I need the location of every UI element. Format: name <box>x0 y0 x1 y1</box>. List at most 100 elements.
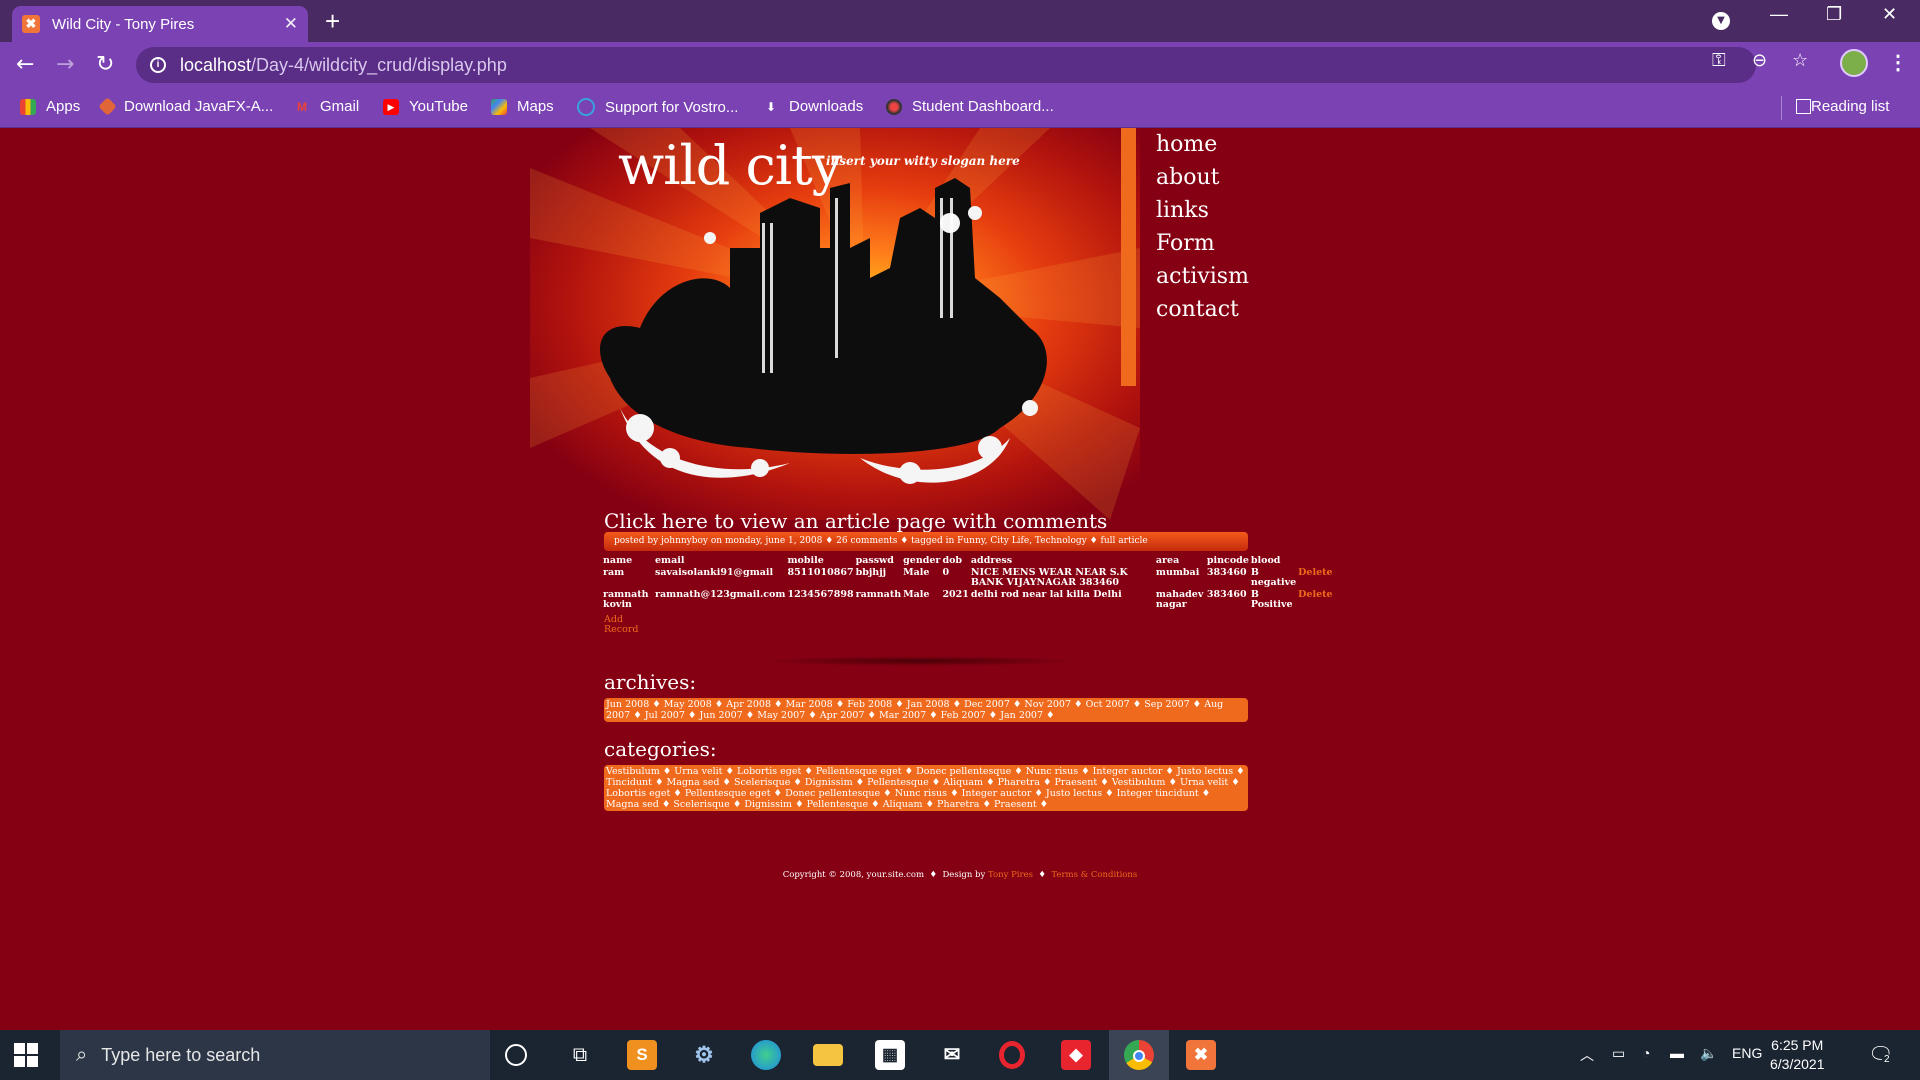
notification-count: 2 <box>1882 1054 1892 1065</box>
search-icon: ⌕ <box>76 1043 88 1066</box>
restore-icon[interactable]: ❐ <box>1826 4 1842 25</box>
browser-tab-active[interactable]: ✖ Wild City - Tony Pires ✕ <box>12 6 308 42</box>
start-windows-icon[interactable] <box>14 1043 38 1067</box>
footer-separator: ♦ <box>929 870 938 880</box>
meet-now-icon[interactable]: ▭ <box>1612 1045 1625 1062</box>
terms-link[interactable]: Terms & Conditions <box>1051 870 1137 880</box>
menu-kebab-icon[interactable]: ⋮ <box>1888 50 1908 74</box>
nav-home[interactable]: home <box>1156 130 1249 163</box>
apps-grid-icon <box>20 98 36 115</box>
tab-close-icon[interactable]: ✕ <box>284 14 298 34</box>
bookmark-dell-support[interactable]: Support for Vostro... <box>577 98 738 116</box>
cell-name: ramnath kovin <box>603 589 649 610</box>
bookmarks-bar: Apps Download JavaFX-A... M Gmail ▶ YouT… <box>0 88 1920 128</box>
forward-icon[interactable]: → <box>56 51 74 79</box>
profile-avatar[interactable] <box>1840 49 1868 77</box>
bookmark-javafx[interactable]: Download JavaFX-A... <box>98 97 273 116</box>
browser-toolbar: ← → ↻ i localhost/Day-4/wildcity_crud/di… <box>0 42 1920 88</box>
volume-icon[interactable]: 🔈 <box>1700 1045 1717 1062</box>
nav-contact[interactable]: contact <box>1156 295 1249 328</box>
web-page: wild city insert your witty slogan here … <box>0 128 1920 1030</box>
clock-date: 6/3/2021 <box>1770 1056 1825 1072</box>
col-header: pincode <box>1206 555 1249 566</box>
taskbar-search-box[interactable]: ⌕ Type here to search <box>60 1030 490 1080</box>
bookmark-gmail[interactable]: M Gmail <box>294 98 359 115</box>
bookmark-youtube[interactable]: ▶ YouTube <box>383 98 468 115</box>
nav-form[interactable]: Form <box>1156 229 1249 262</box>
col-header: blood <box>1250 555 1281 566</box>
archives-title: archives: <box>604 670 697 694</box>
tab-search-icon[interactable]: ▼ <box>1712 12 1730 30</box>
battery-icon[interactable]: ▬ <box>1670 1045 1684 1061</box>
settings-gear-icon[interactable]: ⚙ <box>689 1040 719 1070</box>
reading-list-button[interactable]: Reading list <box>1796 98 1889 115</box>
cell-pincode: 383460 <box>1206 567 1247 578</box>
delete-link[interactable]: Delete <box>1297 567 1333 589</box>
cell-dob: 2021 <box>942 589 969 600</box>
wifi-icon[interactable]: ◔ <box>1642 1045 1650 1061</box>
microsoft-store-icon[interactable]: ▦ <box>875 1040 905 1070</box>
col-header: area <box>1155 555 1180 566</box>
back-icon[interactable]: ← <box>16 51 34 79</box>
address-bar[interactable]: i localhost/Day-4/wildcity_crud/display.… <box>136 47 1756 83</box>
notification-center-icon[interactable]: 🗨 2 <box>1868 1042 1893 1067</box>
tray-overflow-icon[interactable]: ︿ <box>1580 1045 1594 1065</box>
bookmark-label: Gmail <box>320 98 360 115</box>
language-indicator[interactable]: ENG <box>1732 1045 1762 1061</box>
mail-icon[interactable]: ✉ <box>937 1040 967 1070</box>
clock-time: 6:25 PM <box>1771 1037 1824 1053</box>
minimize-icon[interactable]: — <box>1770 4 1788 25</box>
col-header: gender <box>903 555 941 566</box>
bookmarks-divider <box>1781 96 1782 120</box>
add-record-link[interactable]: Add Record <box>604 615 644 635</box>
file-explorer-icon[interactable] <box>813 1044 843 1066</box>
opera-icon[interactable] <box>999 1041 1025 1069</box>
close-window-icon[interactable]: ✕ <box>1882 4 1897 25</box>
download-icon: ⬇ <box>765 99 777 114</box>
sublime-text-icon[interactable]: S <box>627 1040 657 1070</box>
anydesk-icon[interactable]: ◆ <box>1061 1040 1091 1070</box>
cell-pincode: 383460 <box>1206 589 1247 600</box>
bookmark-label: Support for Vostro... <box>605 98 739 116</box>
maps-icon <box>491 98 507 115</box>
task-view-icon[interactable]: ⧉ <box>565 1040 595 1070</box>
bookmark-star-icon[interactable]: ☆ <box>1792 50 1808 71</box>
xampp-icon[interactable]: ✖ <box>1186 1040 1216 1070</box>
nav-about[interactable]: about <box>1156 163 1249 196</box>
design-by-text: Design by <box>942 870 986 880</box>
password-key-icon[interactable]: ⚿ <box>1712 50 1726 71</box>
article-title-link[interactable]: Click here to view an article page with … <box>604 509 1107 533</box>
archives-links[interactable]: Jun 2008 ♦ May 2008 ♦ Apr 2008 ♦ Mar 200… <box>604 698 1248 722</box>
city-skyline-silhouette <box>600 178 1047 454</box>
zoom-icon[interactable]: ⊖ <box>1752 50 1767 71</box>
tab-title: Wild City - Tony Pires <box>52 15 195 33</box>
bookmark-apps[interactable]: Apps <box>20 98 80 115</box>
bookmark-label: YouTube <box>409 98 468 115</box>
chrome-icon[interactable] <box>1124 1040 1154 1070</box>
col-header: address <box>970 555 1013 566</box>
site-info-icon[interactable]: i <box>150 57 166 73</box>
site-title[interactable]: wild city <box>618 134 842 197</box>
cell-blood: B negative <box>1250 567 1297 588</box>
javafx-icon <box>98 97 117 116</box>
bookmark-maps[interactable]: Maps <box>491 98 554 115</box>
system-clock[interactable]: 6:25 PM 6/3/2021 <box>1770 1036 1825 1074</box>
cell-passwd: bbjhjj <box>855 567 887 578</box>
new-tab-button[interactable]: + <box>325 7 340 35</box>
categories-links[interactable]: Vestibulum ♦ Urna velit ♦ Lobortis eget … <box>604 765 1248 811</box>
edge-browser-icon[interactable] <box>751 1040 781 1070</box>
bookmark-downloads[interactable]: ⬇ Downloads <box>763 98 863 115</box>
cortana-icon[interactable] <box>505 1044 527 1066</box>
col-header: name <box>603 555 633 566</box>
nav-activism[interactable]: activism <box>1156 262 1249 295</box>
delete-link[interactable]: Delete <box>1297 589 1333 611</box>
nav-links[interactable]: links <box>1156 196 1249 229</box>
reload-icon[interactable]: ↻ <box>96 51 114 79</box>
cell-area: mahadev nagar <box>1155 589 1204 610</box>
bookmark-student-dashboard[interactable]: Student Dashboard... <box>886 98 1054 115</box>
cell-passwd: ramnath <box>855 589 902 600</box>
divider-shadow <box>760 656 1080 666</box>
designer-link[interactable]: Tony Pires <box>988 870 1033 880</box>
bookmark-label: Apps <box>46 98 81 115</box>
col-header: email <box>655 555 685 566</box>
